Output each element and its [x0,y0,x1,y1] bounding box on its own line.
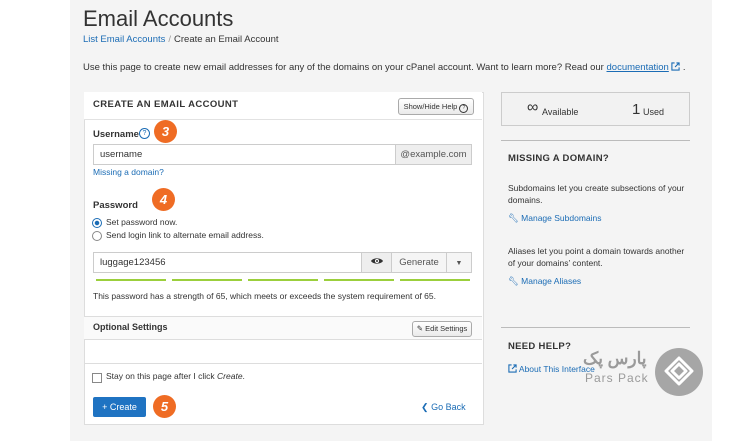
external-link-icon [671,62,680,71]
parspack-logo-icon [655,348,703,396]
missing-domain-link[interactable]: Missing a domain? [93,167,164,177]
strength-meter-seg-4 [324,279,394,281]
used-label: Used [643,107,665,117]
wrench-icon: 🔧︎ [508,276,519,286]
external-link-icon [508,364,517,373]
strength-meter-seg-2 [172,279,242,281]
caret-down-icon: ▼ [455,260,463,267]
go-back-link[interactable]: ❮ Go Back [421,402,466,413]
radio-send-link[interactable] [92,231,102,241]
documentation-link[interactable]: documentation [607,62,669,73]
page-title: Email Accounts [83,6,234,31]
radio-set-password-label: Set password now. [106,217,178,227]
about-interface-link[interactable]: About This Interface [508,364,595,374]
toggle-visibility-button[interactable] [361,252,392,273]
show-hide-help-button[interactable]: Show/Hide Help ? [398,98,474,115]
strength-meter-seg-3 [248,279,318,281]
question-icon[interactable]: ? [139,128,150,139]
radio-send-link-label: Send login link to alternate email addre… [106,230,264,240]
step-badge-4: 4 [152,188,175,211]
wrench-icon: 🔧︎ [508,213,519,223]
sidebar-divider [501,327,690,328]
need-help-heading: NEED HELP? [508,341,572,352]
password-strength-text: This password has a strength of 65, whic… [93,291,437,301]
card-title: CREATE AN EMAIL ACCOUNT [93,99,239,110]
strength-meter-seg-5 [400,279,470,281]
used-count: 1 [632,101,641,118]
available-label: Available [542,107,579,117]
eye-icon [370,258,383,264]
radio-set-password[interactable] [92,218,102,228]
help-circle-icon: ? [459,104,469,113]
stay-on-page-checkbox[interactable] [92,373,102,383]
manage-aliases-link[interactable]: 🔧︎ Manage Aliases [508,276,581,287]
domain-suffix: @example.com [395,144,472,165]
strength-meter-seg-1 [96,279,166,281]
chevron-left-icon: ❮ [421,402,429,412]
step-badge-3: 3 [154,120,177,143]
step-badge-5: 5 [153,395,176,418]
logo-persian-text: پارس پک [583,349,647,368]
missing-domain-heading: MISSING A DOMAIN? [508,153,609,164]
username-label: Username [93,129,139,140]
breadcrumb-current: Create an Email Account [174,34,279,45]
username-input[interactable]: username [93,144,396,165]
password-label: Password [93,200,138,211]
breadcrumb-list-email-accounts[interactable]: List Email Accounts [83,34,165,45]
create-button[interactable]: + Create [93,397,146,417]
password-input[interactable]: luggage123456 [93,252,362,273]
generate-dropdown-button[interactable]: ▼ [446,252,472,273]
stay-on-page-label: Stay on this page after I click Create. [106,371,245,381]
sidebar-divider [501,140,690,141]
infinity-icon: ∞ [527,99,539,116]
aliases-text: Aliases let you point a domain towards a… [508,246,685,268]
breadcrumb: List Email Accounts / Create an Email Acco… [83,34,279,45]
intro-text: Use this page to create new email addres… [83,62,686,73]
footer-divider [84,363,482,364]
subdomains-text: Subdomains let you create subsections of… [508,183,685,205]
logo-english-text: Pars Pack [585,371,649,385]
pencil-icon: ✎ [416,324,424,333]
optional-settings-title: Optional Settings [93,322,168,332]
generate-button[interactable]: Generate [391,252,447,273]
edit-settings-button[interactable]: ✎ Edit Settings [412,321,472,337]
manage-subdomains-link[interactable]: 🔧︎ Manage Subdomains [508,213,602,224]
